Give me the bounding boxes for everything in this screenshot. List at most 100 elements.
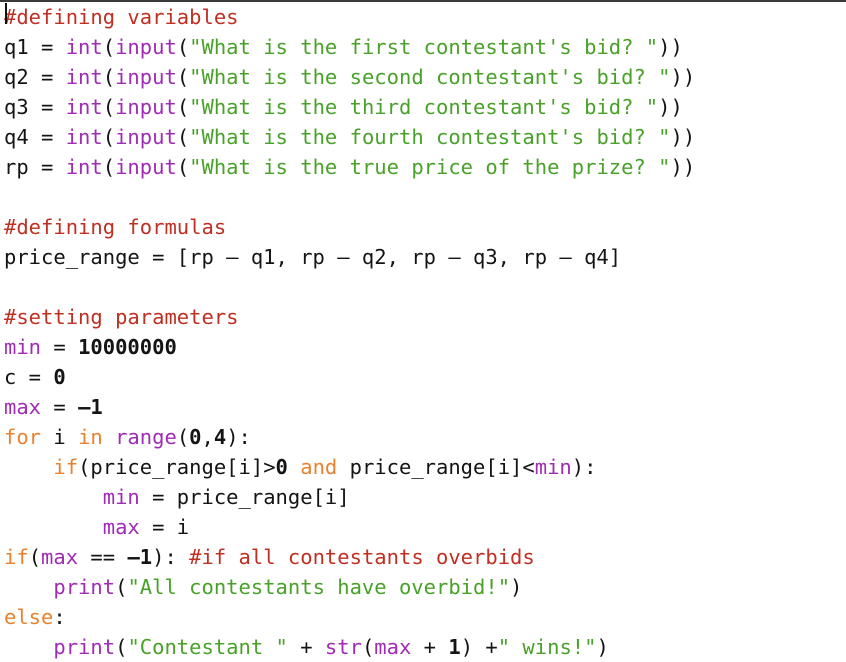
code-token-builtin: input — [115, 95, 177, 119]
code-token-comment: #defining formulas — [4, 215, 227, 239]
code-line[interactable]: min = 10000000 — [0, 332, 846, 362]
code-token-number: 1 — [448, 635, 461, 659]
code-line[interactable]: for i in range(0,4): — [0, 422, 846, 452]
code-token-builtin: int — [65, 35, 103, 59]
code-token-plain: ( — [28, 545, 42, 569]
code-token-plain: + — [411, 635, 449, 659]
code-token-plain: ( — [115, 635, 128, 659]
code-token-plain: )) — [670, 155, 696, 179]
code-token-plain: ( — [102, 65, 116, 89]
code-token-plain: ( — [176, 65, 190, 89]
code-token-builtin: input — [115, 125, 177, 149]
code-line[interactable]: c = 0 — [0, 362, 846, 392]
code-token-number: 0 — [189, 425, 202, 449]
code-token-plain: q2 = — [4, 65, 66, 89]
code-line[interactable]: #defining formulas — [0, 212, 846, 242]
code-token-plain: rp = — [4, 155, 66, 179]
code-token-plain: ) + — [460, 635, 498, 659]
code-line[interactable]: print("All contestants have overbid!") — [0, 572, 846, 602]
code-line[interactable]: if(price_range[i]>0 and price_range[i]<m… — [0, 452, 846, 482]
code-line[interactable]: if(max == –1): #if all contestants overb… — [0, 542, 846, 572]
code-token-string: "What is the first contestant's bid? " — [189, 35, 659, 59]
code-token-builtin: max — [102, 515, 140, 539]
code-token-string: "What is the third contestant's bid? " — [189, 95, 659, 119]
code-token-number: 10000000 — [78, 335, 177, 359]
code-token-plain: q1 = — [4, 35, 66, 59]
code-token-builtin: int — [65, 65, 103, 89]
code-token-number: 0 — [275, 455, 288, 479]
code-token-builtin: print — [53, 575, 116, 599]
code-token-string: "What is the fourth contestant's bid? " — [189, 125, 671, 149]
code-token-plain: ( — [115, 575, 128, 599]
code-token-string: "What is the true price of the prize? " — [189, 155, 671, 179]
code-token-plain: ): — [571, 455, 597, 479]
code-token-plain: ( — [102, 155, 116, 179]
code-line[interactable]: else: — [0, 602, 846, 632]
code-line[interactable]: #defining variables — [0, 2, 846, 32]
code-line[interactable]: q3 = int(input("What is the third contes… — [0, 92, 846, 122]
code-token-number: 4 — [213, 425, 227, 449]
code-token-plain: )) — [658, 95, 683, 119]
code-token-comment: #if all contestants overbids — [189, 545, 535, 569]
code-token-plain: ( — [176, 425, 190, 449]
code-line[interactable]: #setting parameters — [0, 302, 846, 332]
code-token-plain: ( — [102, 35, 116, 59]
code-line[interactable] — [0, 182, 846, 212]
code-line[interactable]: min = price_range[i] — [0, 482, 846, 512]
code-token-keyword: for — [4, 425, 42, 449]
code-token-plain: ( — [176, 35, 190, 59]
code-line[interactable]: max = i — [0, 512, 846, 542]
text-caret — [5, 3, 7, 24]
code-token-plain: == — [78, 545, 128, 569]
code-token-plain: ) — [596, 635, 609, 659]
code-token-builtin: print — [53, 635, 116, 659]
code-line[interactable] — [0, 272, 846, 302]
code-token-number: –1 — [78, 395, 103, 419]
code-token-builtin: input — [115, 65, 177, 89]
code-token-string: " wins!" — [497, 635, 597, 659]
code-line[interactable]: print("Contestant " + str(max + 1) +" wi… — [0, 632, 846, 662]
code-token-plain: i — [41, 425, 79, 449]
code-token-plain: = i — [139, 515, 190, 539]
code-token-plain: ( — [102, 95, 116, 119]
code-token-plain: price_range = [rp – q1, rp – q2, rp – q3… — [4, 245, 622, 269]
code-token-builtin: min — [4, 335, 42, 359]
code-line[interactable]: q1 = int(input("What is the first contes… — [0, 32, 846, 62]
code-token-keyword: and — [300, 455, 338, 479]
code-token-plain: price_range[i]< — [337, 455, 535, 479]
code-token-plain: )) — [658, 35, 683, 59]
code-token-builtin: max — [41, 545, 79, 569]
code-token-string: "What is the second contestant's bid? " — [189, 65, 671, 89]
code-text-area[interactable]: #defining variables q1 = int(input("What … — [0, 2, 846, 662]
code-editor-window: #defining variables q1 = int(input("What … — [0, 0, 846, 659]
code-token-plain: ): — [152, 545, 190, 569]
code-token-keyword: if — [53, 455, 79, 479]
code-token-plain: ( — [361, 635, 375, 659]
code-token-builtin: str — [324, 635, 362, 659]
code-token-plain: q3 = — [4, 95, 66, 119]
code-token-plain: c = — [4, 365, 54, 389]
code-token-builtin: max — [4, 395, 42, 419]
code-token-builtin: range — [115, 425, 177, 449]
code-token-builtin: min — [102, 485, 140, 509]
code-token-plain: = price_range[i] — [139, 485, 350, 509]
code-line[interactable]: rp = int(input("What is the true price o… — [0, 152, 846, 182]
code-line[interactable]: price_range = [rp – q1, rp – q2, rp – q3… — [0, 242, 846, 272]
code-line[interactable]: q2 = int(input("What is the second conte… — [0, 62, 846, 92]
code-token-plain: + — [287, 635, 325, 659]
code-line[interactable]: max = –1 — [0, 392, 846, 422]
code-token-plain: )) — [670, 65, 696, 89]
code-line[interactable]: q4 = int(input("What is the fourth conte… — [0, 122, 846, 152]
code-token-keyword: in — [78, 425, 103, 449]
code-token-plain: (price_range[i]> — [78, 455, 276, 479]
code-token-plain: ( — [102, 125, 116, 149]
code-token-builtin: input — [115, 35, 177, 59]
code-token-plain: = — [41, 395, 79, 419]
